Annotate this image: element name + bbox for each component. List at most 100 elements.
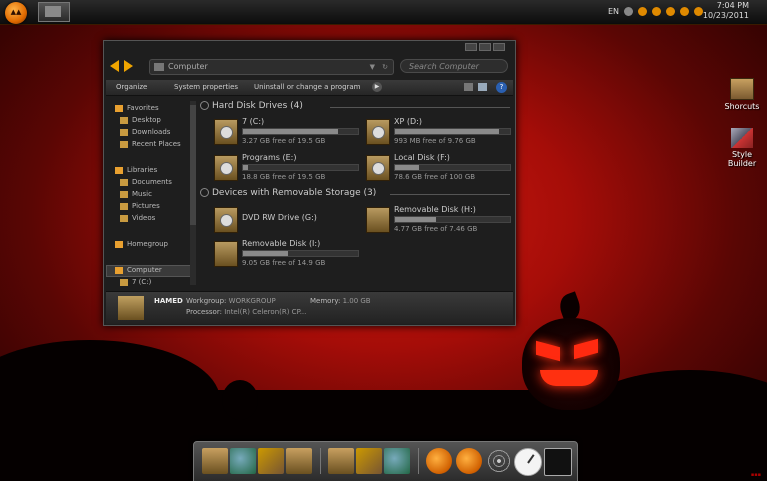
network-icon[interactable] <box>666 6 676 16</box>
group-divider <box>390 194 510 195</box>
refresh-icon[interactable]: ↻ <box>382 60 388 74</box>
clock[interactable]: 7:04 PM 10/23/2011 <box>703 1 749 21</box>
nav-homegroup[interactable]: Homegroup <box>115 240 168 248</box>
search-input[interactable]: Search Computer <box>400 59 508 73</box>
removable-disk-icon <box>214 241 238 267</box>
documents-icon <box>120 178 128 186</box>
dvd-drive-icon <box>214 207 238 233</box>
dock-separator <box>418 448 419 474</box>
pumpkin-eye <box>574 338 598 360</box>
start-orb-pumpkin-icon[interactable]: ▲▲ <box>5 2 27 24</box>
help-icon[interactable]: ? <box>496 82 507 93</box>
preview-pane-icon[interactable] <box>478 83 487 91</box>
dock-pumpkin-icon[interactable] <box>456 448 482 474</box>
desktop-icon-label: Shorcuts <box>724 102 760 111</box>
minimize-button[interactable] <box>465 43 477 51</box>
language-indicator[interactable]: EN <box>608 7 619 16</box>
taskbar: ▲▲ EN 7:04 PM 10/23/2011 <box>0 0 767 25</box>
drive-item[interactable]: 7 (C:) 3.27 GB free of 19.5 GB <box>214 117 359 151</box>
dock-clock-icon[interactable] <box>514 448 542 476</box>
nav-documents[interactable]: Documents <box>120 178 172 186</box>
nav-videos[interactable]: Videos <box>120 214 155 222</box>
nav-computer[interactable]: Computer <box>115 266 162 274</box>
navigation-pane: Favorites Desktop Downloads Recent Place… <box>106 99 196 289</box>
star-icon <box>115 104 123 112</box>
tray-app-icon[interactable] <box>624 6 634 16</box>
drive-item[interactable]: Programs (E:) 18.8 GB free of 19.5 GB <box>214 153 359 187</box>
dock-tools-icon[interactable] <box>258 448 284 474</box>
nav-label: Documents <box>132 178 172 186</box>
dock-pumpkin-icon[interactable] <box>426 448 452 474</box>
clock-date: 10/23/2011 <box>702 11 749 20</box>
dock-spiderweb-icon[interactable] <box>486 448 512 474</box>
scrollbar-thumb[interactable] <box>190 105 196 225</box>
drive-free-space: 9.05 GB free of 14.9 GB <box>242 259 326 267</box>
pumpkin-face-icon: ▲▲ <box>10 8 22 16</box>
forward-arrow-icon[interactable] <box>124 60 133 72</box>
drive-free-space: 4.77 GB free of 7.46 GB <box>394 225 478 233</box>
drive-usage-fill <box>395 217 437 222</box>
navigation-scrollbar[interactable] <box>190 101 196 285</box>
nav-music[interactable]: Music <box>120 190 152 198</box>
processor-value: Intel(R) Celeron(R) CP... <box>224 308 307 316</box>
maximize-button[interactable] <box>479 43 491 51</box>
address-dropdown-icon[interactable]: ▼ <box>370 60 375 74</box>
window-thumbnail-icon <box>45 6 61 17</box>
uninstall-program-button[interactable]: Uninstall or change a program <box>254 80 361 95</box>
nav-pictures[interactable]: Pictures <box>120 202 160 210</box>
nav-drive-c[interactable]: 7 (C:) <box>120 278 151 286</box>
system-properties-button[interactable]: System properties <box>174 80 238 95</box>
drive-item[interactable]: Removable Disk (H:) 4.77 GB free of 7.46… <box>366 205 511 239</box>
removable-disk-icon <box>366 207 390 233</box>
downloads-icon <box>120 128 128 136</box>
clock-time: 7:04 PM <box>716 1 749 10</box>
nav-desktop[interactable]: Desktop <box>120 116 161 124</box>
more-commands-icon[interactable]: ▶ <box>372 82 382 92</box>
view-options-icon[interactable] <box>464 83 473 91</box>
nav-label: Computer <box>127 266 162 274</box>
drive-usage-bar <box>242 128 359 135</box>
power-icon[interactable] <box>638 6 648 16</box>
drive-item[interactable]: Local Disk (F:) 78.6 GB free of 100 GB <box>366 153 511 187</box>
dock-checklist-icon[interactable] <box>356 448 382 474</box>
jack-o-lantern <box>522 318 620 410</box>
command-bar: Organize System properties Uninstall or … <box>106 80 513 96</box>
dock-leaf-icon[interactable] <box>384 448 410 474</box>
drive-name: DVD RW Drive (G:) <box>242 213 317 222</box>
drive-item[interactable]: XP (D:) 993 MB free of 9.76 GB <box>366 117 511 151</box>
nav-recent-places[interactable]: Recent Places <box>120 140 181 148</box>
nav-label: Music <box>132 190 152 198</box>
explorer-window: Computer ▼ ↻ Search Computer Organize Sy… <box>103 40 516 326</box>
dock-archive-icon[interactable] <box>328 448 354 474</box>
nav-downloads[interactable]: Downloads <box>120 128 170 136</box>
dock-globe-icon[interactable] <box>230 448 256 474</box>
dock-terminal-icon[interactable] <box>544 448 572 476</box>
group-title: Hard Disk Drives (4) <box>212 101 303 111</box>
taskbar-window-thumbnail[interactable] <box>38 2 70 22</box>
battery-icon[interactable] <box>680 6 690 16</box>
organize-button[interactable]: Organize <box>116 80 147 95</box>
nav-label: Desktop <box>132 116 161 124</box>
drive-free-space: 18.8 GB free of 19.5 GB <box>242 173 326 181</box>
system-tray: EN <box>608 2 704 20</box>
dock-bag-icon[interactable] <box>286 448 312 474</box>
nav-favorites[interactable]: Favorites <box>115 104 159 112</box>
address-bar[interactable]: Computer ▼ ↻ <box>149 59 394 75</box>
volume-icon[interactable] <box>694 6 704 16</box>
desktop-icon-shortcuts[interactable]: Shorcuts <box>717 78 767 111</box>
drive-usage-fill <box>243 165 248 170</box>
pumpkin-eye <box>536 340 560 362</box>
desktop-icon-style-builder[interactable]: Style Builder <box>717 128 767 168</box>
back-arrow-icon[interactable] <box>110 60 119 72</box>
close-button[interactable] <box>493 43 505 51</box>
nav-libraries[interactable]: Libraries <box>115 166 157 174</box>
drive-item[interactable]: Removable Disk (I:) 9.05 GB free of 14.9… <box>214 239 359 273</box>
computer-icon <box>154 62 164 71</box>
dock-folder-icon[interactable] <box>202 448 228 474</box>
group-header-hard-disks[interactable]: Hard Disk Drives (4) <box>200 101 303 111</box>
drive-usage-fill <box>395 129 499 134</box>
drive-item[interactable]: DVD RW Drive (G:) <box>214 205 359 239</box>
hard-drive-icon <box>366 119 390 145</box>
flag-icon[interactable] <box>652 6 662 16</box>
group-header-removable[interactable]: Devices with Removable Storage (3) <box>200 188 376 198</box>
